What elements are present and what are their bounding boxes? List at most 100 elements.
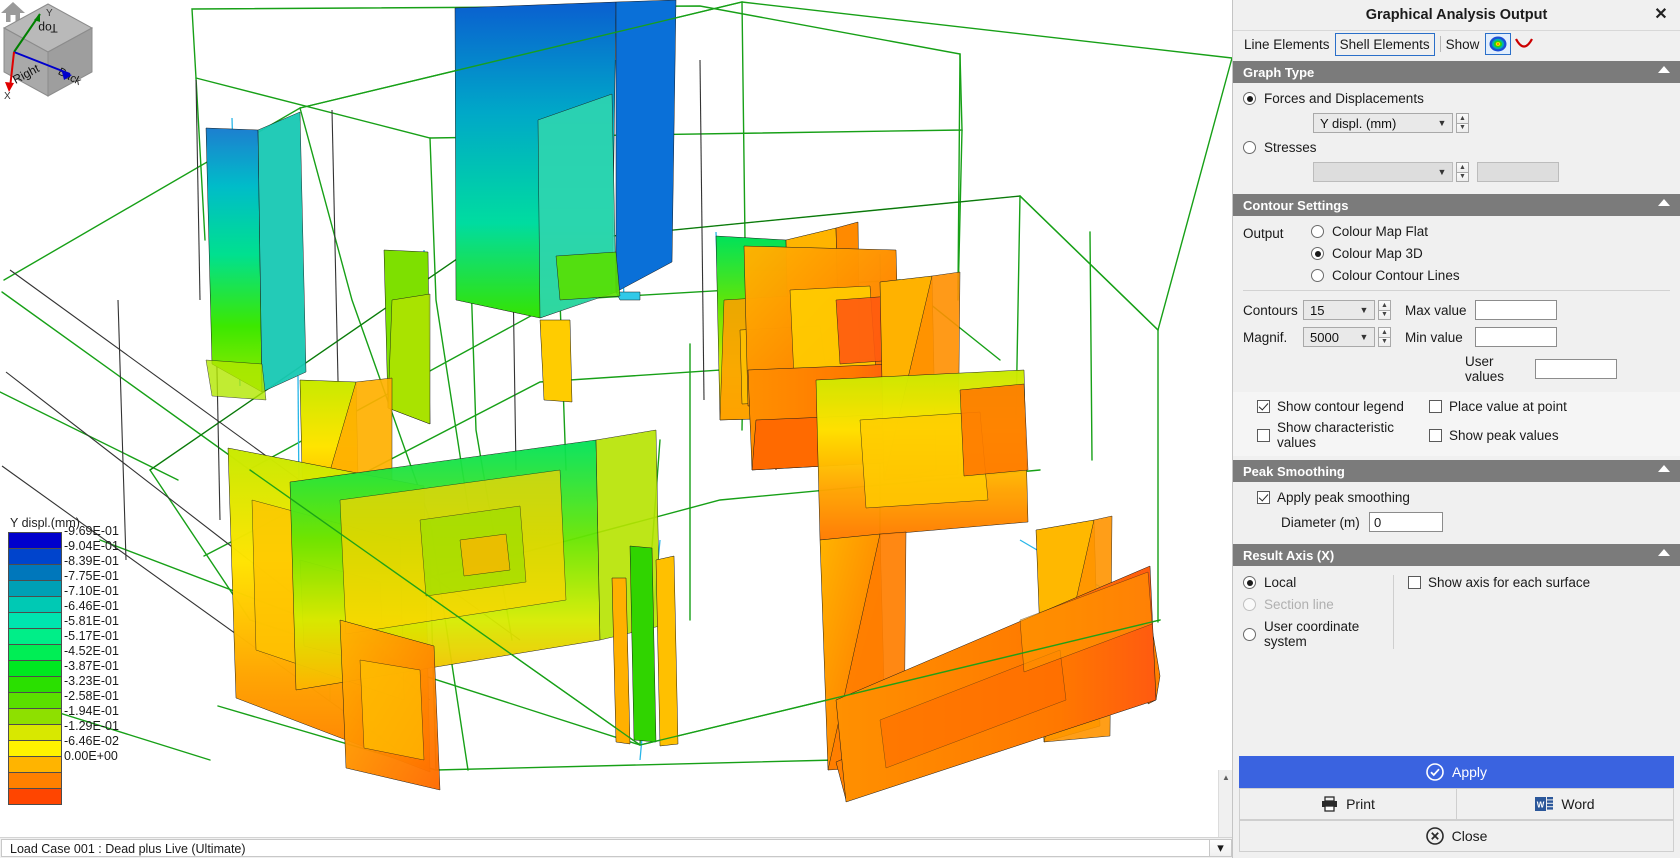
tab-line-elements[interactable]: Line Elements bbox=[1239, 33, 1335, 56]
deflection-curve-icon[interactable] bbox=[1511, 33, 1537, 55]
user-values-input[interactable] bbox=[1535, 359, 1617, 379]
print-label: Print bbox=[1346, 796, 1375, 812]
stresses-row[interactable]: Stresses bbox=[1243, 140, 1670, 155]
contour-swatch bbox=[9, 661, 61, 677]
chevron-down-icon[interactable]: ▼ bbox=[1354, 328, 1374, 346]
chevron-down-icon[interactable]: ▼ bbox=[1432, 114, 1452, 132]
section-peak-smoothing-header[interactable]: Peak Smoothing bbox=[1233, 460, 1680, 482]
section-graph-type-header[interactable]: Graph Type bbox=[1233, 61, 1680, 83]
show-peak-values-row[interactable]: Show peak values bbox=[1429, 420, 1559, 450]
contour-band-label: -5.17E-01 bbox=[64, 629, 119, 643]
radio-local[interactable] bbox=[1243, 576, 1256, 589]
close-icon[interactable]: ✕ bbox=[1652, 6, 1670, 24]
colour-map-3d-row[interactable]: Colour Map 3D bbox=[1311, 246, 1670, 261]
forces-result-value: Y displ. (mm) bbox=[1320, 115, 1397, 131]
user-values-row: User values bbox=[1243, 354, 1670, 384]
magnif-spinner[interactable]: ▲ ▼ bbox=[1378, 327, 1391, 347]
element-type-tabs: Line Elements Shell Elements Show bbox=[1233, 30, 1680, 57]
show-contour-legend-row[interactable]: Show contour legend bbox=[1257, 399, 1429, 414]
status-bar: Load Case 001 : Dead plus Live (Ultimate… bbox=[0, 837, 1232, 858]
word-document-icon: W bbox=[1535, 797, 1554, 811]
contour-band-label: -2.58E-01 bbox=[64, 689, 119, 703]
checkbox-place-value-at-point[interactable] bbox=[1429, 400, 1442, 413]
apply-button[interactable]: Apply bbox=[1239, 756, 1674, 788]
forces-result-row: Y displ. (mm) ▼ ▲ ▼ bbox=[1243, 113, 1670, 133]
scroll-track[interactable] bbox=[1219, 784, 1233, 844]
chevron-up-icon[interactable] bbox=[1658, 199, 1670, 206]
diameter-label: Diameter (m) bbox=[1281, 514, 1360, 530]
contour-map-icon[interactable] bbox=[1485, 33, 1512, 55]
contours-combo[interactable]: 15 ▼ bbox=[1303, 300, 1375, 320]
min-value-input[interactable] bbox=[1475, 327, 1557, 347]
contour-swatch bbox=[9, 773, 61, 789]
load-case-dropdown-arrow[interactable]: ▾ bbox=[1210, 839, 1232, 857]
colour-contour-lines-row[interactable]: Colour Contour Lines bbox=[1311, 268, 1670, 283]
label-show-contour-legend: Show contour legend bbox=[1277, 399, 1404, 414]
panel-title-bar: Graphical Analysis Output ✕ bbox=[1233, 0, 1680, 30]
checkbox-show-axis-each-surface[interactable] bbox=[1408, 576, 1421, 589]
model-render[interactable] bbox=[0, 0, 1232, 838]
label-place-value-at-point: Place value at point bbox=[1449, 399, 1567, 414]
show-axis-row[interactable]: Show axis for each surface bbox=[1408, 575, 1670, 590]
radio-colour-map-flat[interactable] bbox=[1311, 225, 1324, 238]
contour-swatch bbox=[9, 549, 61, 565]
forces-result-spinner[interactable]: ▲ ▼ bbox=[1456, 113, 1469, 133]
scroll-up-arrow[interactable]: ▲ bbox=[1219, 770, 1233, 784]
tab-divider bbox=[1439, 36, 1441, 52]
close-button[interactable]: Close bbox=[1239, 820, 1674, 852]
place-value-at-point-row[interactable]: Place value at point bbox=[1429, 399, 1567, 414]
radio-colour-contour-lines[interactable] bbox=[1311, 269, 1324, 282]
radio-colour-map-3d[interactable] bbox=[1311, 247, 1324, 260]
forces-displacements-row[interactable]: Forces and Displacements bbox=[1243, 91, 1670, 106]
x-circle-icon bbox=[1425, 827, 1444, 845]
radio-stresses[interactable] bbox=[1243, 141, 1256, 154]
apply-button-container: Apply bbox=[1239, 756, 1674, 788]
chevron-down-icon[interactable]: ▼ bbox=[1354, 301, 1374, 319]
colour-map-flat-row[interactable]: Colour Map Flat bbox=[1311, 224, 1670, 239]
radio-forces-displacements[interactable] bbox=[1243, 92, 1256, 105]
contour-legend-labels: -9.69E-01 -9.04E-01 -8.39E-01 -7.75E-01 -7.1… bbox=[64, 524, 119, 764]
section-graph-type-title: Graph Type bbox=[1243, 64, 1315, 80]
3d-viewport[interactable]: Top Right Back Y X Y displ.(mm) -9.69E-0… bbox=[0, 0, 1232, 838]
contour-band-label: -7.75E-01 bbox=[64, 569, 119, 583]
label-show-characteristic-values: Show characteristic values bbox=[1277, 420, 1395, 450]
diameter-input[interactable]: 0 bbox=[1369, 512, 1443, 532]
word-button[interactable]: W Word bbox=[1457, 788, 1674, 820]
page-title: Graphical Analysis Output bbox=[1365, 7, 1548, 23]
graphical-analysis-output-panel: Graphical Analysis Output ✕ Line Element… bbox=[1232, 0, 1680, 858]
checkbox-apply-peak-smoothing[interactable] bbox=[1257, 491, 1270, 504]
stresses-result-spinner[interactable]: ▲ ▼ bbox=[1456, 162, 1469, 182]
section-contour-settings-header[interactable]: Contour Settings bbox=[1233, 194, 1680, 216]
magnif-combo[interactable]: 5000 ▼ bbox=[1303, 327, 1375, 347]
checkbox-show-characteristic-values[interactable] bbox=[1257, 428, 1270, 442]
max-value-label: Max value bbox=[1405, 302, 1467, 318]
contour-swatch bbox=[9, 693, 61, 709]
print-button[interactable]: Print bbox=[1239, 788, 1457, 820]
label-show-peak-values: Show peak values bbox=[1449, 427, 1559, 443]
chevron-up-icon[interactable] bbox=[1658, 66, 1670, 73]
user-coordinate-system-row[interactable]: User coordinate system bbox=[1243, 619, 1393, 649]
radio-user-coordinate-system[interactable] bbox=[1243, 627, 1256, 641]
chevron-up-icon[interactable] bbox=[1658, 465, 1670, 472]
contours-label: Contours bbox=[1243, 302, 1298, 318]
checkbox-show-peak-values[interactable] bbox=[1429, 428, 1442, 442]
checkbox-show-contour-legend[interactable] bbox=[1257, 400, 1270, 413]
contour-swatch bbox=[9, 709, 61, 725]
show-characteristic-values-row[interactable]: Show characteristic values bbox=[1257, 420, 1429, 450]
tab-shell-elements[interactable]: Shell Elements bbox=[1334, 32, 1435, 56]
contours-row: Contours 15 ▼ ▲ ▼ Max value bbox=[1243, 300, 1670, 320]
apply-peak-smoothing-row[interactable]: Apply peak smoothing bbox=[1257, 490, 1670, 505]
stresses-result-combo[interactable]: ▼ bbox=[1313, 162, 1453, 182]
word-label: Word bbox=[1561, 796, 1595, 812]
contours-spinner[interactable]: ▲ ▼ bbox=[1378, 300, 1391, 320]
section-result-axis-header[interactable]: Result Axis (X) bbox=[1233, 544, 1680, 566]
max-value-input[interactable] bbox=[1475, 300, 1557, 320]
chevron-up-icon[interactable] bbox=[1658, 549, 1670, 556]
close-label: Close bbox=[1451, 828, 1488, 844]
stresses-extra-combo[interactable] bbox=[1477, 162, 1559, 182]
chevron-down-icon[interactable]: ▼ bbox=[1432, 163, 1452, 181]
local-axis-row[interactable]: Local bbox=[1243, 575, 1393, 590]
forces-result-combo[interactable]: Y displ. (mm) ▼ bbox=[1313, 113, 1453, 133]
contour-swatch bbox=[9, 789, 61, 805]
output-label: Output bbox=[1243, 226, 1284, 241]
